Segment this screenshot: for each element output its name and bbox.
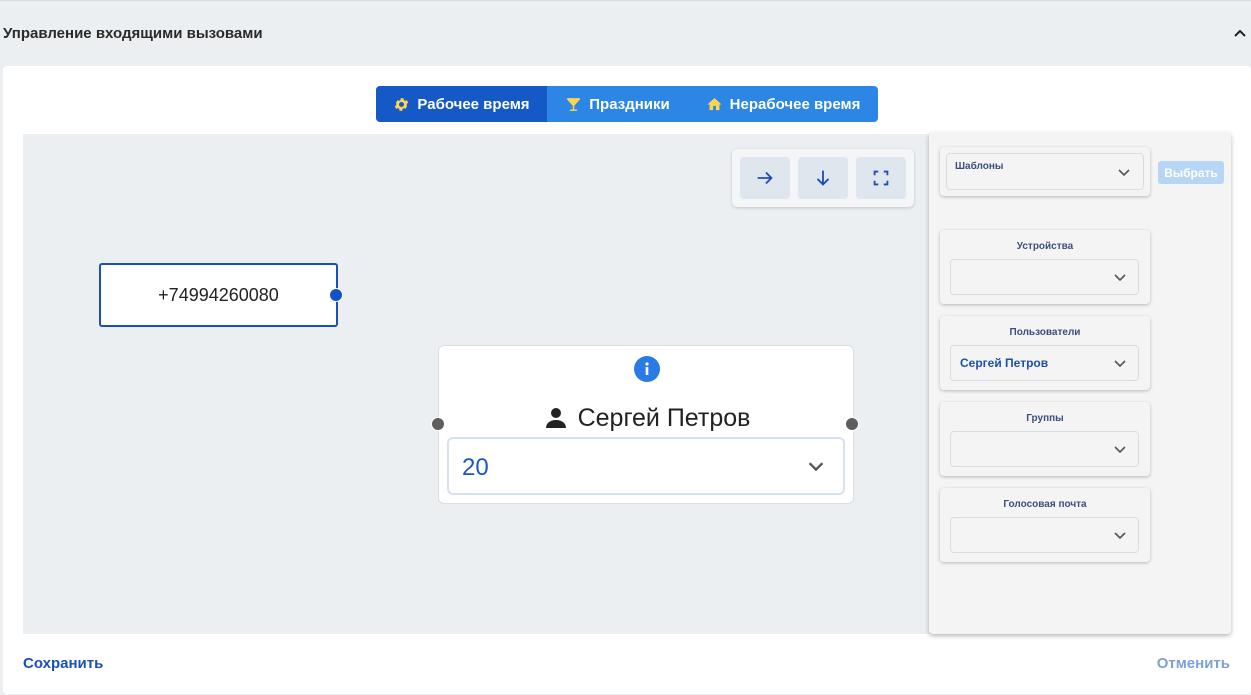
user-node-output-handle[interactable] [845, 417, 859, 431]
top-divider [0, 0, 1251, 1]
gear-icon [395, 97, 409, 111]
groups-select[interactable] [950, 431, 1139, 467]
chevron-down-icon [1114, 532, 1126, 540]
users-value: Сергей Петров [960, 356, 1049, 370]
groups-label: Группы [1026, 413, 1064, 424]
user-name-row: Сергей Петров [439, 400, 855, 436]
user-name: Сергей Петров [577, 403, 751, 432]
layout-horizontal-button[interactable] [740, 157, 790, 199]
users-card: Пользователи Сергей Петров [940, 316, 1150, 390]
devices-card: Устройства [940, 230, 1150, 304]
fit-view-button[interactable] [856, 157, 906, 199]
cocktail-icon [567, 97, 581, 111]
arrow-down-icon [816, 170, 830, 186]
user-node[interactable]: Сергей Петров 20 [438, 345, 854, 504]
canvas-controls [732, 149, 914, 207]
tab-label: Рабочее время [417, 95, 530, 113]
templates-label: Шаблоны [955, 161, 1004, 172]
templates-card: Шаблоны [940, 147, 1150, 196]
info-icon[interactable] [634, 356, 660, 382]
schedule-tabs: Рабочее время Праздники Нерабочее время [376, 86, 878, 122]
devices-select[interactable] [950, 259, 1139, 295]
voicemail-select[interactable] [950, 517, 1139, 553]
layout-vertical-button[interactable] [798, 157, 848, 199]
phone-number-node[interactable]: +74994260080 [99, 263, 338, 327]
voicemail-card: Голосовая почта [940, 488, 1150, 562]
chevron-down-icon [808, 462, 824, 472]
tab-label: Праздники [589, 95, 670, 113]
chevron-up-icon[interactable] [1233, 26, 1247, 40]
user-node-input-handle[interactable] [431, 417, 445, 431]
tab-working-time[interactable]: Рабочее время [376, 86, 547, 122]
tab-non-working-time[interactable]: Нерабочее время [688, 86, 878, 122]
save-button[interactable]: Сохранить [23, 655, 103, 672]
users-select[interactable]: Сергей Петров [950, 345, 1139, 381]
home-icon [707, 97, 722, 110]
templates-select[interactable]: Шаблоны [946, 153, 1144, 190]
person-icon [545, 408, 566, 428]
groups-card: Группы [940, 402, 1150, 476]
cancel-button[interactable]: Отменить [1157, 655, 1230, 672]
choose-template-button[interactable]: Выбрать [1158, 161, 1224, 184]
chevron-down-icon [1114, 446, 1126, 454]
chevron-down-icon [1114, 274, 1126, 282]
section-header[interactable]: Управление входящими вызовами [0, 2, 1251, 64]
voicemail-label: Голосовая почта [1003, 499, 1087, 510]
phone-node-output-handle[interactable] [329, 288, 343, 302]
devices-label: Устройства [1016, 241, 1074, 252]
fullscreen-icon [873, 170, 889, 186]
ring-timeout-value: 20 [462, 454, 489, 481]
chevron-down-icon [1114, 360, 1126, 368]
users-label: Пользователи [1009, 327, 1081, 338]
tab-holidays[interactable]: Праздники [547, 86, 688, 122]
chevron-down-icon [1118, 169, 1130, 177]
phone-number: +74994260080 [158, 284, 279, 305]
tab-label: Нерабочее время [729, 95, 861, 113]
section-title: Управление входящими вызовами [3, 24, 263, 42]
ring-timeout-select[interactable]: 20 [447, 437, 845, 495]
arrow-right-icon [757, 171, 773, 185]
